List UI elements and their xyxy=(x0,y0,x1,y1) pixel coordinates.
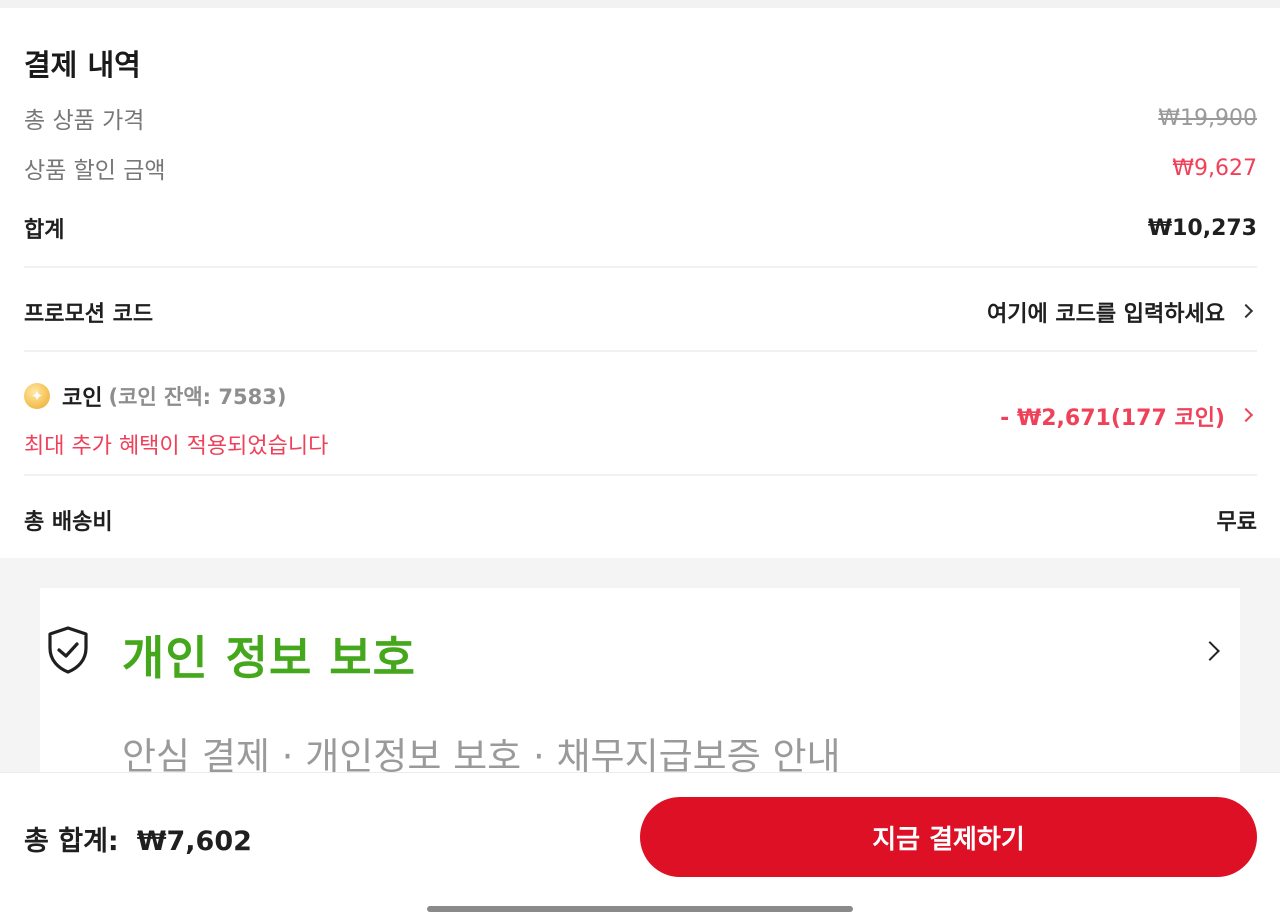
promo-code-placeholder: 여기에 코드를 입력하세요 xyxy=(987,302,1225,327)
divider xyxy=(24,474,1257,476)
chevron-right-icon xyxy=(1238,303,1254,319)
coin-discount-value: - ₩2,671(177 코인) xyxy=(1000,406,1225,431)
privacy-title: 개인 정보 보호 xyxy=(122,631,416,685)
order-total-label: 총 합계: xyxy=(24,826,119,857)
shipping-value: 무료 xyxy=(1216,510,1257,535)
payment-summary-card: 결제 내역 총 상품 가격 ₩19,900 상품 할인 금액 ₩9,627 합계… xyxy=(0,8,1280,558)
payment-summary-title: 결제 내역 xyxy=(24,48,141,82)
subtotal-label: 합계 xyxy=(24,218,65,243)
chevron-right-icon[interactable] xyxy=(1200,641,1220,661)
product-discount-value: ₩9,627 xyxy=(1172,155,1257,181)
product-discount-label: 상품 할인 금액 xyxy=(24,158,166,184)
promo-code-entry[interactable]: 여기에 코드를 입력하세요 xyxy=(987,296,1257,328)
divider xyxy=(24,266,1257,268)
order-total-value: ₩7,602 xyxy=(136,826,252,857)
section-gap xyxy=(0,558,1280,588)
total-product-price-row: 총 상품 가격 ₩19,900 xyxy=(24,100,1257,136)
pay-now-button[interactable]: 지금 결제하기 xyxy=(640,797,1257,877)
privacy-card[interactable]: 개인 정보 보호 안심 결제 · 개인정보 보호 · 채무지급보증 안내 xyxy=(40,588,1240,778)
total-product-price-label: 총 상품 가격 xyxy=(24,108,145,134)
product-discount-row: 상품 할인 금액 ₩9,627 xyxy=(24,150,1257,186)
promo-code-label: 프로모션 코드 xyxy=(24,302,154,327)
order-total: 총 합계: ₩7,602 xyxy=(24,819,252,858)
shipping-row: 총 배송비 무료 xyxy=(24,502,1257,538)
shipping-label: 총 배송비 xyxy=(24,510,113,535)
coin-value-button[interactable]: - ₩2,671(177 코인) xyxy=(24,398,1257,434)
total-product-price-value: ₩19,900 xyxy=(1158,105,1257,131)
promo-code-row[interactable]: 프로모션 코드 여기에 코드를 입력하세요 xyxy=(24,292,1257,332)
shield-check-icon xyxy=(44,624,92,676)
chevron-right-icon xyxy=(1238,407,1254,423)
divider xyxy=(24,350,1257,352)
subtotal-value: ₩10,273 xyxy=(1147,215,1257,241)
home-indicator xyxy=(427,906,853,912)
subtotal-row: 합계 ₩10,273 xyxy=(24,210,1257,246)
checkout-bar: 총 합계: ₩7,602 지금 결제하기 xyxy=(0,772,1280,920)
top-strip xyxy=(0,0,1280,8)
